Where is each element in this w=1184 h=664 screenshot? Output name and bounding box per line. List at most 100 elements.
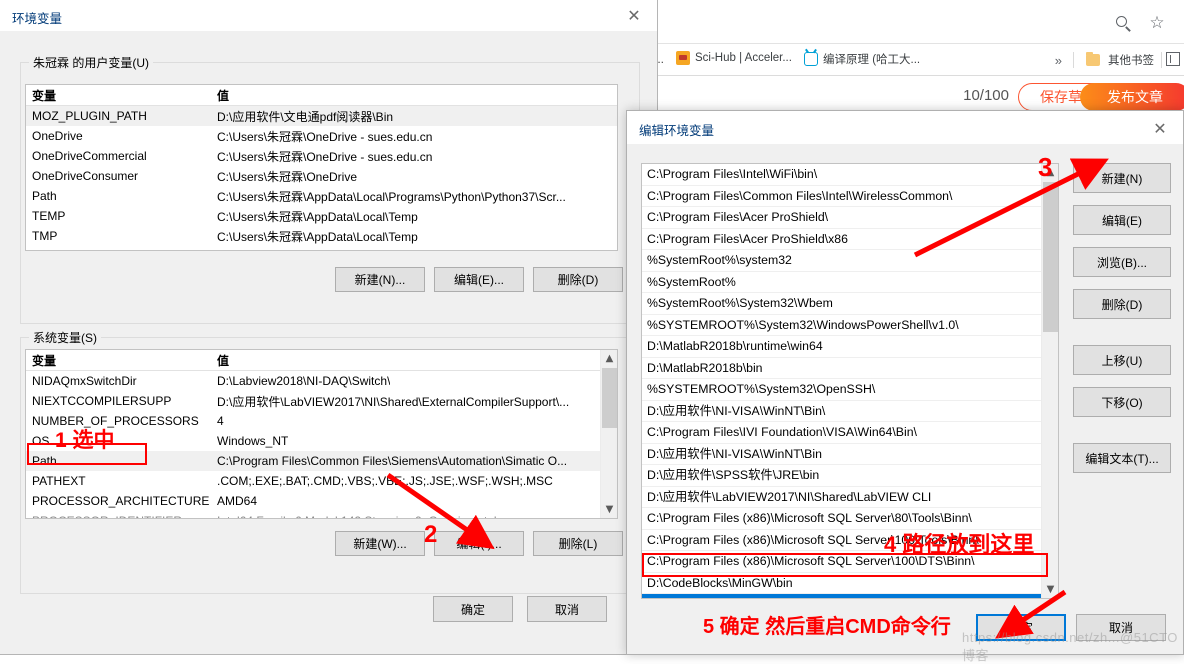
- path-entry[interactable]: C:\Program Files\Acer ProShield\: [642, 207, 1058, 229]
- close-icon[interactable]: ✕: [1137, 113, 1183, 143]
- table-row[interactable]: Path C:\Users\朱冠霖\AppData\Local\Programs…: [26, 186, 617, 206]
- scrollbar-thumb[interactable]: [602, 368, 617, 428]
- variable-value: C:\Program Files\Common Files\Siemens\Au…: [217, 454, 568, 468]
- variable-value: 4: [217, 414, 224, 428]
- variable-name: NIDAQmxSwitchDir: [32, 374, 137, 388]
- move-down-button[interactable]: 下移(O): [1073, 387, 1171, 417]
- column-header-name: 变量: [32, 88, 57, 103]
- column-header-value: 值: [217, 88, 230, 103]
- system-delete-button[interactable]: 删除(L): [533, 531, 623, 556]
- path-entry[interactable]: C:\Program Files (x86)\Microsoft SQL Ser…: [642, 551, 1058, 573]
- system-variables-list[interactable]: 变量 值 NIDAQmxSwitchDir D:\Labview2018\NI-…: [25, 349, 618, 519]
- reading-list-icon[interactable]: [1166, 52, 1180, 66]
- browse-button[interactable]: 浏览(B)...: [1073, 247, 1171, 277]
- bookmark-label: Sci-Hub | Acceler...: [695, 52, 792, 64]
- env-ok-button[interactable]: 确定: [433, 596, 513, 622]
- table-row[interactable]: OneDrive C:\Users\朱冠霖\OneDrive - sues.ed…: [26, 126, 617, 146]
- user-variables-label: 朱冠霖 的用户变量(U): [29, 54, 153, 71]
- path-entry[interactable]: D:\应用软件\SPSS软件\JRE\bin: [642, 465, 1058, 487]
- table-row[interactable]: MOZ_PLUGIN_PATH D:\应用软件\文电通pdf阅读器\Bin: [26, 106, 617, 126]
- variable-value: Intel64 Family 6 Model 142 Stepping 9, G…: [213, 514, 497, 518]
- bookmarks-overflow-chevron[interactable]: »: [1055, 53, 1062, 68]
- bookmark-sci-hub[interactable]: Sci-Hub | Acceler...: [676, 51, 792, 65]
- new-button[interactable]: 新建(N): [1073, 163, 1171, 193]
- path-entry[interactable]: C:\Program Files\Acer ProShield\x86: [642, 229, 1058, 250]
- path-entry[interactable]: %SystemRoot%\System32\Wbem: [642, 293, 1058, 315]
- path-entry[interactable]: D:\CodeBlocks\MinGW\bin: [642, 573, 1058, 594]
- user-variables-list[interactable]: 变量 值 MOZ_PLUGIN_PATH D:\应用软件\文电通pdf阅读器\B…: [25, 84, 618, 251]
- table-row[interactable]: NIDAQmxSwitchDir D:\Labview2018\NI-DAQ\S…: [26, 371, 617, 391]
- table-row[interactable]: OneDriveConsumer C:\Users\朱冠霖\OneDrive: [26, 166, 617, 186]
- variable-value: C:\Users\朱冠霖\AppData\Local\Temp: [217, 209, 418, 224]
- env-window-title: 环境变量: [12, 12, 63, 26]
- edit-button[interactable]: 编辑(E): [1073, 205, 1171, 235]
- edit-cancel-button[interactable]: 取消: [1076, 614, 1166, 641]
- path-entry[interactable]: C:\Program Files\IVI Foundation\VISA\Win…: [642, 422, 1058, 444]
- path-entry[interactable]: D:\MatlabR2018b\runtime\win64: [642, 336, 1058, 358]
- user-new-button[interactable]: 新建(N)...: [335, 267, 425, 292]
- table-row[interactable]: NIEXTCCOMPILERSUPP D:\应用软件\LabVIEW2017\N…: [26, 391, 617, 411]
- system-variables-label: 系统变量(S): [29, 329, 101, 346]
- path-entry[interactable]: D:\应用软件\LabVIEW2017\NI\Shared\LabVIEW CL…: [642, 487, 1058, 508]
- star-icon[interactable]: ☆: [1148, 14, 1166, 32]
- path-entry[interactable]: C:\Program Files\Intel\WiFi\bin\: [642, 164, 1058, 186]
- edit-ok-button[interactable]: 确定: [976, 614, 1066, 641]
- path-entry[interactable]: %SYSTEMROOT%\System32\WindowsPowerShell\…: [642, 315, 1058, 336]
- path-entry[interactable]: D:\应用软件\NI-VISA\WinNT\Bin\: [642, 401, 1058, 422]
- edit-window-title: 编辑环境变量: [639, 124, 715, 138]
- scroll-up-icon[interactable]: ▲: [601, 350, 617, 367]
- scroll-up-icon[interactable]: ▲: [1042, 164, 1058, 181]
- system-new-button[interactable]: 新建(W)...: [335, 531, 425, 556]
- path-list-scrollbar[interactable]: ▲ ▼: [1041, 164, 1058, 598]
- edit-text-button[interactable]: 编辑文本(T)...: [1073, 443, 1171, 473]
- table-row[interactable]: OS Windows_NT: [26, 431, 617, 451]
- path-entry[interactable]: C:\Program Files (x86)\Microsoft SQL Ser…: [642, 508, 1058, 530]
- variable-name: NUMBER_OF_PROCESSORS: [32, 414, 199, 428]
- variable-name: OS: [32, 434, 50, 448]
- table-row[interactable]: TEMP C:\Users\朱冠霖\AppData\Local\Temp: [26, 206, 617, 226]
- env-cancel-button[interactable]: 取消: [527, 596, 607, 622]
- path-entry[interactable]: %SystemRoot%: [642, 272, 1058, 293]
- bilibili-favicon: [804, 52, 818, 66]
- search-icon[interactable]: [1114, 14, 1132, 32]
- path-entry[interactable]: D:\应用软件\NI-VISA\WinNT\Bin: [642, 444, 1058, 465]
- variable-name: OneDrive: [32, 129, 83, 143]
- move-up-button[interactable]: 上移(U): [1073, 345, 1171, 375]
- word-count: 10/100: [963, 87, 1009, 104]
- table-row-path-selected[interactable]: Path C:\Program Files\Common Files\Sieme…: [26, 451, 617, 471]
- scroll-down-icon[interactable]: ▼: [1042, 581, 1058, 598]
- table-row[interactable]: PATHEXT .COM;.EXE;.BAT;.CMD;.VBS;.VBE;.J…: [26, 471, 617, 491]
- table-row[interactable]: TMP C:\Users\朱冠霖\AppData\Local\Temp: [26, 226, 617, 246]
- user-variables-header: 变量 值: [26, 85, 617, 106]
- variable-value: C:\Users\朱冠霖\AppData\Local\Programs\Pyth…: [217, 189, 566, 204]
- close-icon[interactable]: ✕: [611, 0, 657, 30]
- system-edit-button[interactable]: 编辑(I)...: [434, 531, 524, 556]
- variable-value: D:\应用软件\LabVIEW2017\NI\Shared\ExternalCo…: [217, 394, 570, 409]
- path-entry[interactable]: C:\Program Files (x86)\Microsoft SQL Ser…: [642, 530, 1058, 551]
- other-bookmarks-label[interactable]: 其他书签: [1108, 52, 1154, 68]
- path-entry[interactable]: %SYSTEMROOT%\System32\OpenSSH\: [642, 379, 1058, 401]
- variable-value: D:\应用软件\文电通pdf阅读器\Bin: [217, 109, 394, 124]
- bookmark-compiler-principles[interactable]: 编译原理 (哈工大...: [804, 51, 920, 67]
- table-row[interactable]: PROCESSOR_ARCHITECTURE AMD64: [26, 491, 617, 511]
- path-entry[interactable]: %SystemRoot%\system32: [642, 250, 1058, 272]
- browser-omnibar-row: ☆: [646, 0, 1184, 44]
- system-variables-scrollbar[interactable]: ▲ ▼: [600, 350, 617, 518]
- path-entries-list[interactable]: C:\Program Files\Intel\WiFi\bin\ C:\Progr…: [641, 163, 1059, 599]
- publish-article-button[interactable]: 发布文章: [1080, 83, 1184, 111]
- path-entry-selected[interactable]: D:\ShangGK\adt-bundle-windows-x86_64-201…: [642, 594, 1058, 598]
- path-entry[interactable]: C:\Program Files\Common Files\Intel\Wire…: [642, 186, 1058, 207]
- variable-value: AMD64: [217, 494, 258, 508]
- delete-button[interactable]: 删除(D): [1073, 289, 1171, 319]
- user-delete-button[interactable]: 删除(D): [533, 267, 623, 292]
- folder-icon: [1086, 52, 1100, 66]
- user-edit-button[interactable]: 编辑(E)...: [434, 267, 524, 292]
- path-entry[interactable]: D:\MatlabR2018b\bin: [642, 358, 1058, 379]
- variable-value: C:\Users\朱冠霖\OneDrive: [217, 169, 358, 184]
- table-row[interactable]: OneDriveCommercial C:\Users\朱冠霖\OneDrive…: [26, 146, 617, 166]
- scrollbar-thumb[interactable]: [1043, 182, 1058, 332]
- table-row[interactable]: PROCESSOR_IDENTIFIER Intel64 Family 6 Mo…: [26, 511, 617, 518]
- table-row[interactable]: NUMBER_OF_PROCESSORS 4: [26, 411, 617, 431]
- scroll-down-icon[interactable]: ▼: [601, 501, 617, 518]
- browser-window: ☆ ... Sci-Hub | Acceler... 编译原理 (哈工大... …: [646, 0, 1184, 115]
